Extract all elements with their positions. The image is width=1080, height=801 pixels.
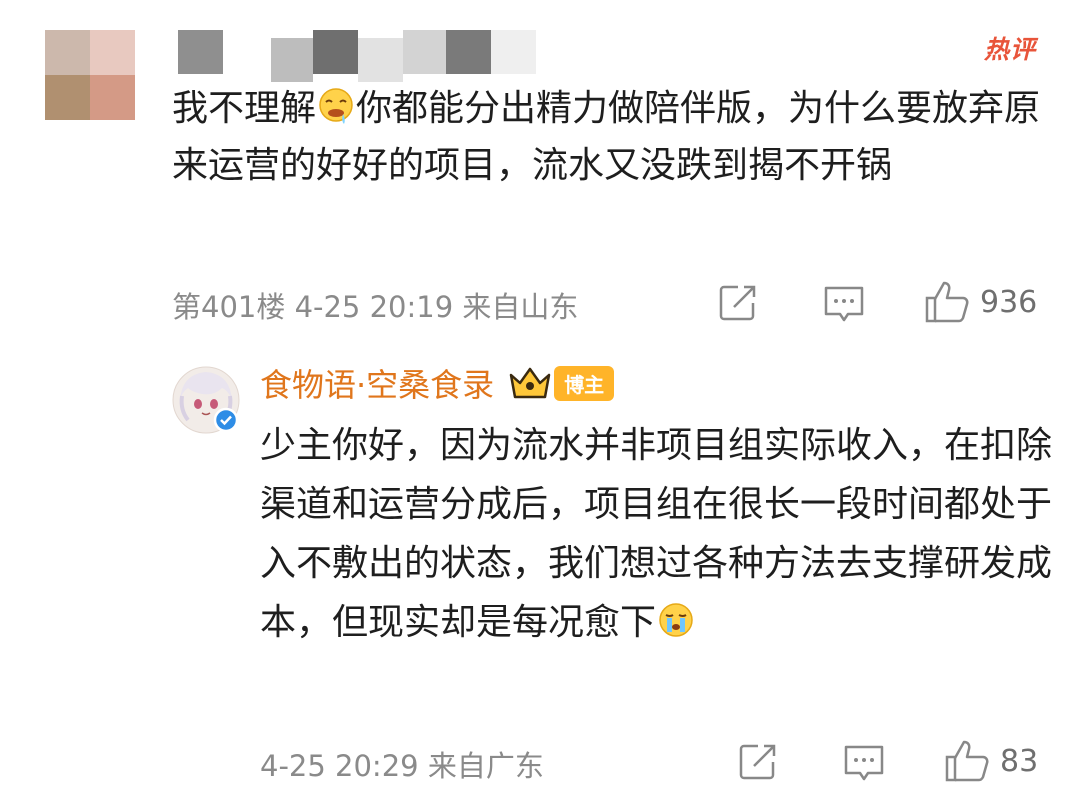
thumbs-up-icon xyxy=(925,281,969,323)
reply-text: 少主你好，因为流水并非项目组实际收入，在扣除渠道和运营分成后，项目组在很长一段时… xyxy=(260,425,1053,643)
reply-like-button[interactable]: 83 xyxy=(944,739,1038,783)
crying-emoji-icon xyxy=(659,603,693,637)
like-count: 936 xyxy=(980,284,1038,320)
reply-thumbs-up-icon xyxy=(945,740,989,782)
share-icon[interactable] xyxy=(718,283,758,323)
comment-meta: 第401楼 4-25 20:19 来自山东 xyxy=(172,290,579,324)
crown-icon xyxy=(509,367,551,399)
reply-share-icon[interactable] xyxy=(738,742,778,782)
comment-icon[interactable] xyxy=(822,284,866,324)
like-button[interactable]: 936 xyxy=(924,280,1037,324)
hot-comment-badge: 热评 xyxy=(983,35,1036,64)
drool-emoji-icon xyxy=(319,88,353,124)
commenter-name-blurred[interactable] xyxy=(178,30,538,82)
verified-badge-icon xyxy=(213,407,239,433)
reply-like-count: 83 xyxy=(1000,743,1039,779)
commenter-avatar[interactable] xyxy=(45,30,135,120)
reply-author-row: 食物语·空桑食录 博主 xyxy=(260,358,615,408)
blogger-tag: 博主 xyxy=(554,365,615,401)
comment-text: 我不理解 你都能分出精力做陪伴版，为什么要放弃原来运营的好好的项目，流水又没跌到揭… xyxy=(172,88,1041,186)
reply-author-avatar[interactable] xyxy=(172,366,240,434)
reply-author-name[interactable]: 食物语·空桑食录 xyxy=(260,360,494,406)
reply-comment-icon[interactable] xyxy=(842,743,886,783)
reply-meta: 4-25 20:29 来自广东 xyxy=(260,749,544,783)
